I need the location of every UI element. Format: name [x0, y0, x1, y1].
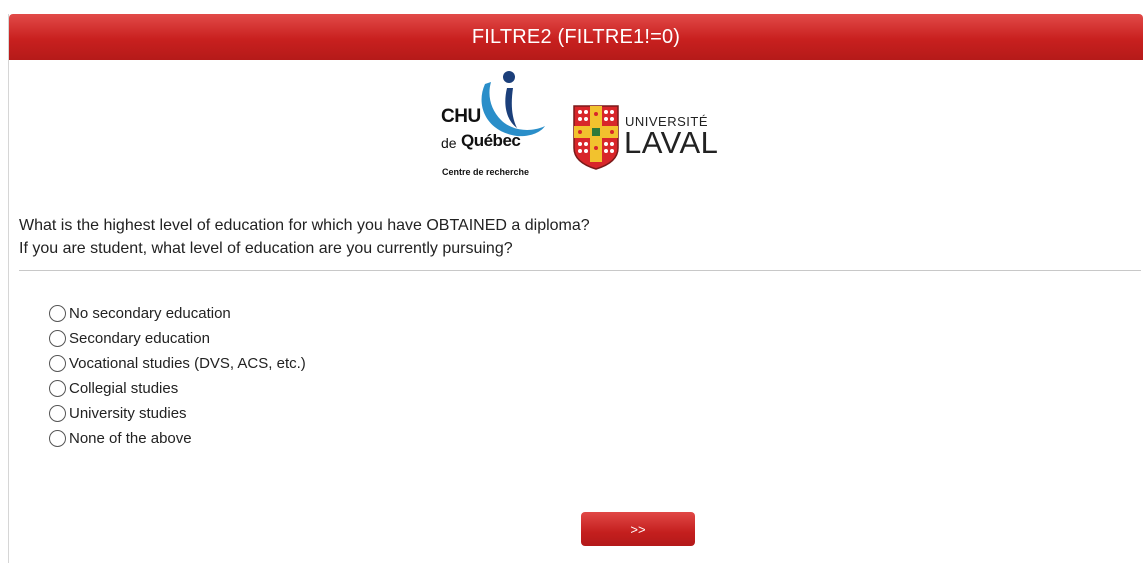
next-button[interactable]: >>	[581, 512, 695, 546]
option-no-secondary[interactable]: No secondary education	[49, 301, 306, 326]
laval-logo-laval: LAVAL	[624, 125, 719, 160]
chu-logo-subtitle: Centre de recherche	[442, 167, 530, 177]
laval-shield-icon	[573, 105, 619, 170]
radio-button[interactable]	[49, 355, 66, 372]
question-header: FILTRE2 (FILTRE1!=0)	[9, 14, 1143, 60]
question-text: What is the highest level of education f…	[19, 214, 590, 260]
chu-logo-text: CHU	[441, 106, 481, 127]
chu-quebec-logo: CHU de Québec Centre de recherche	[435, 70, 550, 182]
universite-laval-logo: UNIVERSITÉ LAVAL	[572, 104, 732, 174]
logos: CHU de Québec Centre de recherche UNIVER…	[435, 70, 735, 185]
option-label: Collegial studies	[69, 380, 179, 397]
radio-button[interactable]	[49, 380, 66, 397]
option-label: Secondary education	[69, 330, 210, 347]
question-line-2: If you are student, what level of educat…	[19, 240, 513, 257]
radio-button[interactable]	[49, 430, 66, 447]
answer-options: No secondary education Secondary educati…	[49, 301, 306, 451]
question-line-1: What is the highest level of education f…	[19, 217, 590, 234]
radio-button[interactable]	[49, 305, 66, 322]
option-collegial[interactable]: Collegial studies	[49, 376, 306, 401]
option-label: No secondary education	[69, 305, 231, 322]
chu-logo-de: de	[441, 135, 457, 151]
left-border	[8, 14, 9, 563]
chu-logo-quebec: Québec	[461, 131, 521, 150]
option-university[interactable]: University studies	[49, 401, 306, 426]
option-secondary[interactable]: Secondary education	[49, 326, 306, 351]
option-label: None of the above	[69, 430, 192, 447]
radio-button[interactable]	[49, 330, 66, 347]
option-vocational[interactable]: Vocational studies (DVS, ACS, etc.)	[49, 351, 306, 376]
divider	[19, 270, 1141, 271]
option-none[interactable]: None of the above	[49, 426, 306, 451]
header-title: FILTRE2 (FILTRE1!=0)	[471, 25, 681, 48]
radio-button[interactable]	[49, 405, 66, 422]
option-label: Vocational studies (DVS, ACS, etc.)	[69, 355, 306, 372]
option-label: University studies	[69, 405, 187, 422]
